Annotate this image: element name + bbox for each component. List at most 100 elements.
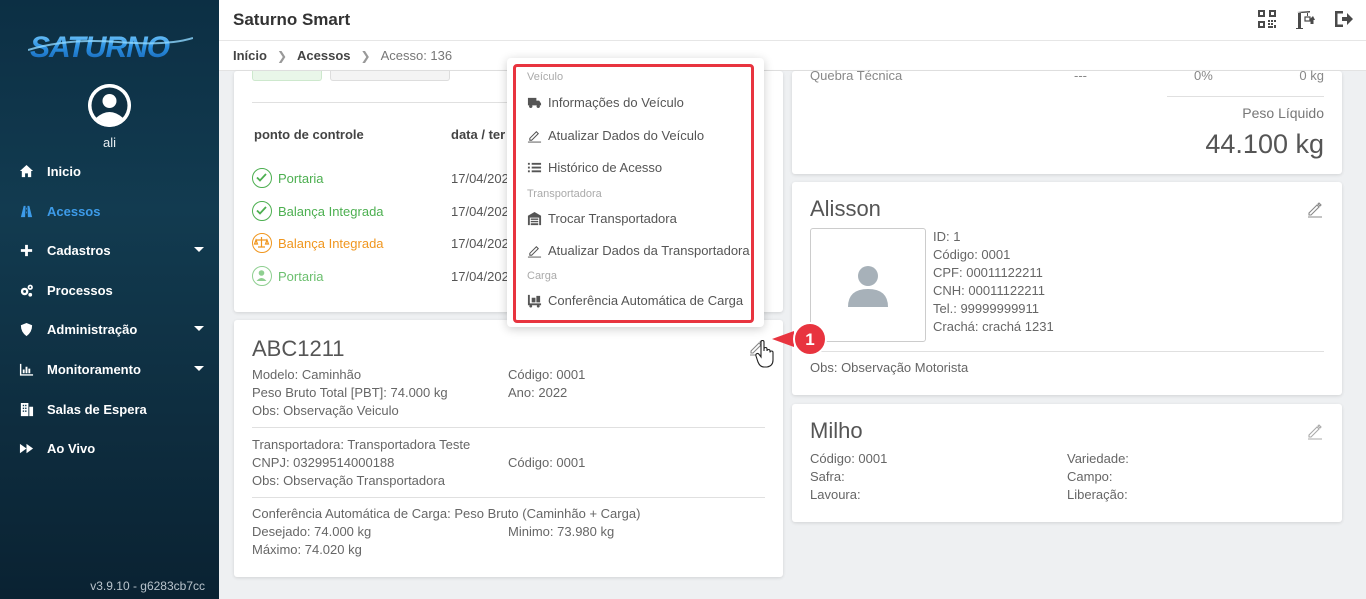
- product-crop: Lavoura:: [810, 487, 861, 502]
- logout-icon[interactable]: [1332, 8, 1354, 30]
- menu-item-label: Atualizar Dados do Veículo: [548, 127, 705, 143]
- menu-item-cargo-check[interactable]: Conferência Automática de Carga: [527, 290, 743, 310]
- menu-item-label: Informações do Veículo: [548, 94, 684, 110]
- edit-icon: [527, 130, 542, 143]
- road-icon: [18, 203, 34, 219]
- sidebar-item-label: Inicio: [47, 163, 81, 179]
- control-point-date: 17/04/202: [451, 236, 509, 251]
- carrier-name: Transportadora: Transportadora Teste: [252, 437, 471, 452]
- sidebar-item-label: Salas de Espera: [47, 401, 147, 417]
- cargo-check-title: Conferência Automática de Carga: Peso Br…: [252, 506, 641, 521]
- vehicle-year: Ano: 2022: [508, 385, 568, 400]
- breadcrumb-current: Acesso: 136: [380, 48, 453, 63]
- edit-icon: [527, 245, 542, 258]
- breadcrumb-home[interactable]: Início: [233, 48, 267, 63]
- driver-code: Código: 0001: [933, 247, 1011, 262]
- menu-item-access-history[interactable]: Histórico de Acesso: [527, 157, 662, 177]
- step-callout-badge: 1: [772, 322, 827, 356]
- sidebar-item-monitoramento[interactable]: Monitoramento: [0, 354, 219, 384]
- control-point-name: Balança Integrada: [278, 204, 384, 219]
- vehicle-model: Modelo: Caminhão: [252, 367, 362, 382]
- hand-cursor-icon: [755, 340, 774, 368]
- check-circle-icon: [252, 168, 272, 188]
- sidebar: SATURNO ali Inicio Acessos Cadastros Pro…: [0, 0, 219, 599]
- divider: [810, 351, 1324, 352]
- product-field: Campo:: [1067, 469, 1113, 484]
- product-variety: Variedade:: [1067, 451, 1129, 466]
- weights-card: Quebra Técnica --- 0% 0 kg Peso Líquido …: [792, 68, 1342, 174]
- driver-cpf: CPF: 00011122211: [933, 265, 1043, 280]
- menu-item-vehicle-info[interactable]: Informações do Veículo: [527, 92, 684, 112]
- menu-item-change-carrier[interactable]: Trocar Transportadora: [527, 208, 677, 228]
- callout-number: 1: [805, 330, 814, 349]
- product-harvest: Safra:: [810, 469, 845, 484]
- menu-item-label: Trocar Transportadora: [548, 210, 677, 226]
- sidebar-item-label: Monitoramento: [47, 361, 141, 377]
- product-name: Milho: [810, 418, 863, 443]
- plus-icon: [18, 242, 34, 258]
- sidebar-item-label: Processos: [47, 282, 113, 298]
- sidebar-item-label: Cadastros: [47, 242, 111, 258]
- app-version: v3.9.10 - g6283cb7cc: [90, 579, 205, 593]
- weight-row-label: Quebra Técnica: [810, 68, 903, 83]
- sidebar-item-acessos[interactable]: Acessos: [0, 196, 219, 226]
- control-point-date: 17/04/202: [451, 269, 509, 284]
- tab-button-partial[interactable]: [252, 71, 322, 81]
- menu-item-update-vehicle[interactable]: Atualizar Dados do Veículo: [527, 125, 704, 145]
- control-point-date: 17/04/202: [451, 204, 509, 219]
- edit-pencil-icon[interactable]: [1306, 422, 1324, 440]
- sidebar-item-inicio[interactable]: Inicio: [0, 156, 219, 186]
- vehicle-pbt: Peso Bruto Total [PBT]: 74.000 kg: [252, 385, 448, 400]
- person-placeholder-icon: [848, 266, 888, 307]
- menu-item-label: Histórico de Acesso: [548, 159, 663, 175]
- vehicle-actions-menu: Veículo Informações do Veículo Atualizar…: [507, 58, 764, 327]
- menu-section-carrier: Transportadora: [527, 188, 602, 200]
- saturno-logo[interactable]: SATURNO: [28, 28, 193, 64]
- user-avatar[interactable]: [88, 84, 131, 127]
- breadcrumb-bar: Início ❯ Acessos ❯ Acesso: 136: [219, 41, 1366, 71]
- product-code: Código: 0001: [810, 451, 888, 466]
- divider: [252, 427, 765, 428]
- weight-row-value: ---: [1074, 68, 1087, 83]
- col-header-point: ponto de controle: [254, 127, 364, 142]
- carrier-obs: Obs: Observação Transportadora: [252, 473, 445, 488]
- home-icon: [18, 163, 34, 179]
- chevron-down-icon: [194, 366, 204, 371]
- menu-item-update-carrier[interactable]: Atualizar Dados da Transportadora: [527, 240, 750, 260]
- tab-button-partial[interactable]: [330, 71, 450, 81]
- sidebar-item-ao-vivo[interactable]: Ao Vivo: [0, 433, 219, 463]
- sidebar-item-administracao[interactable]: Administração: [0, 314, 219, 344]
- chevron-down-icon: [194, 326, 204, 331]
- driver-phone: Tel.: 99999999911: [933, 301, 1040, 316]
- cargo-maximum: Máximo: 74.020 kg: [252, 542, 362, 557]
- top-bar: Saturno Smart: [219, 0, 1366, 41]
- product-card: Milho Código: 0001 Safra: Lavoura: Varie…: [792, 404, 1342, 522]
- driver-cnh: CNH: 00011122211: [933, 283, 1046, 298]
- chart-icon: [18, 361, 34, 377]
- truck-loading-icon: [527, 294, 542, 308]
- menu-item-label: Atualizar Dados da Transportadora: [548, 242, 750, 258]
- crane-upload-icon[interactable]: [1294, 8, 1316, 30]
- divider: [1167, 96, 1324, 97]
- sidebar-item-salas-de-espera[interactable]: Salas de Espera: [0, 394, 219, 424]
- person-icon: [252, 266, 272, 286]
- menu-section-cargo: Carga: [527, 270, 557, 282]
- edit-pencil-icon[interactable]: [1306, 200, 1324, 218]
- breadcrumb-section[interactable]: Acessos: [297, 48, 350, 63]
- driver-id: ID: 1: [933, 229, 961, 244]
- sidebar-item-cadastros[interactable]: Cadastros: [0, 235, 219, 265]
- building-icon: [18, 401, 34, 417]
- warehouse-icon: [527, 211, 542, 225]
- list-icon: [527, 162, 542, 172]
- driver-card: Alisson ID: 1 Código: 0001 CPF: 00011122…: [792, 182, 1342, 395]
- product-release: Liberação:: [1067, 487, 1128, 502]
- control-point-date: 17/04/202: [451, 171, 509, 186]
- truck-icon: [527, 97, 542, 108]
- carrier-code: Código: 0001: [508, 455, 586, 470]
- vehicle-plate: ABC1211: [252, 336, 345, 361]
- control-point-name: Portaria: [278, 269, 324, 284]
- menu-section-vehicle: Veículo: [527, 71, 564, 83]
- weight-row-kg: 0 kg: [1299, 68, 1324, 83]
- sidebar-item-processos[interactable]: Processos: [0, 275, 219, 305]
- qr-code-icon[interactable]: [1256, 8, 1278, 30]
